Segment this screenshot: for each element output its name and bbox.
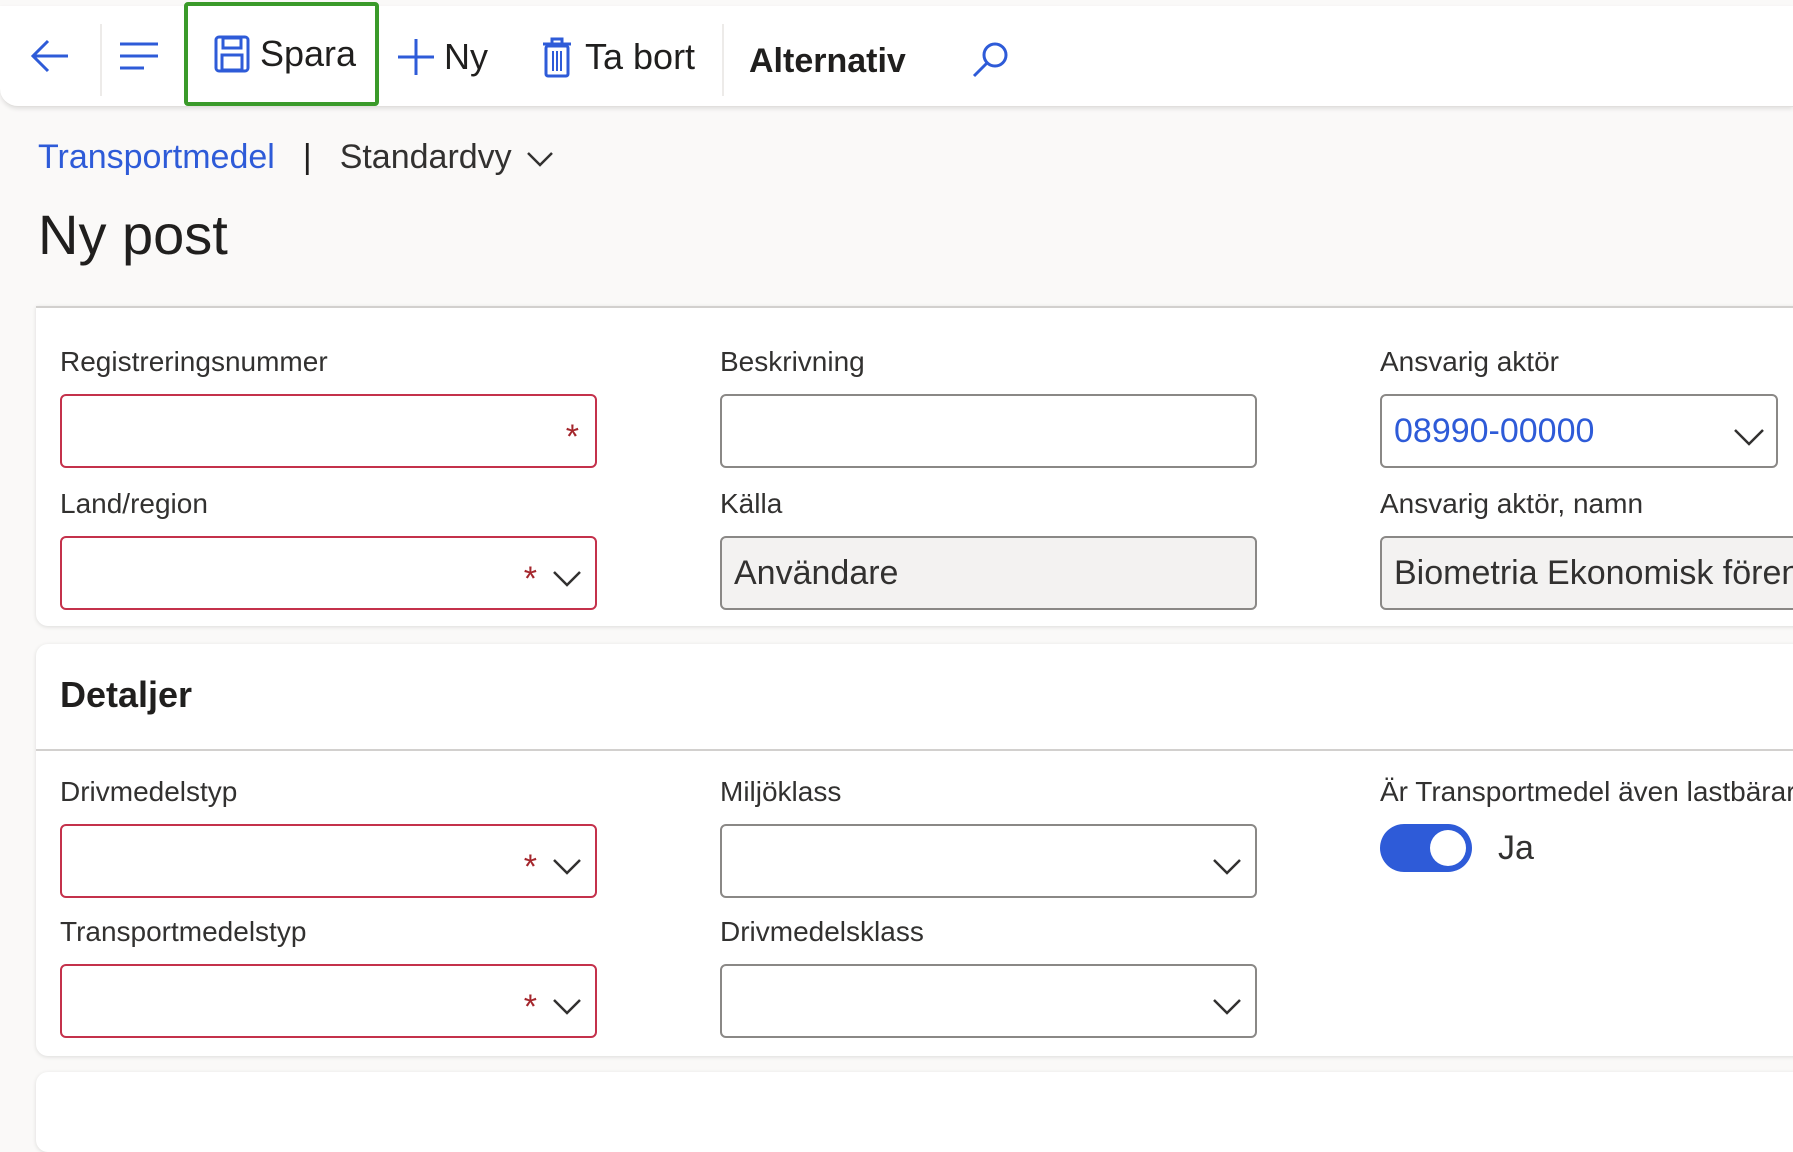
- description-input[interactable]: [720, 394, 1257, 468]
- toolbar-divider: [722, 24, 724, 96]
- field-label: Beskrivning: [720, 346, 865, 377]
- required-asterisk-icon: *: [565, 418, 579, 456]
- field-label: Land/region: [60, 488, 208, 519]
- field-label: Miljöklass: [720, 776, 842, 807]
- hamburger-menu-icon: [118, 40, 160, 72]
- next-section-card: [36, 1072, 1793, 1152]
- source-field: Källa Användare: [720, 488, 1257, 610]
- page-title: Ny post: [38, 203, 228, 266]
- field-label: Källa: [720, 488, 783, 519]
- source-input: Användare: [720, 536, 1257, 610]
- breadcrumb: Transportmedel | Standardvy: [38, 138, 554, 177]
- options-tab[interactable]: Alternativ: [749, 42, 906, 81]
- view-selector[interactable]: Standardvy: [340, 138, 512, 177]
- field-label: Ansvarig aktör: [1380, 346, 1559, 377]
- description-field: Beskrivning: [720, 346, 1257, 468]
- chevron-down-icon[interactable]: [1732, 418, 1766, 457]
- general-card: Registreringsnummer * Beskrivning Ansvar…: [36, 306, 1793, 626]
- environment-class-field: Miljöklass: [720, 776, 1257, 898]
- field-label: Transportmedelstyp: [60, 916, 307, 947]
- delete-button-label: Ta bort: [585, 36, 696, 77]
- required-asterisk-icon: *: [523, 848, 537, 886]
- back-arrow-icon: [28, 36, 72, 76]
- load-carrier-field: Är Transportmedel även lastbärare Ja: [1380, 776, 1793, 872]
- details-card: Detaljer Drivmedelstyp * Miljöklass Är T…: [36, 644, 1793, 1056]
- responsible-actor-name-input: Biometria Ekonomisk förening: [1380, 536, 1793, 610]
- delete-button[interactable]: Ta bort: [541, 36, 695, 78]
- registration-number-input[interactable]: *: [60, 394, 597, 468]
- country-region-select[interactable]: *: [60, 536, 597, 610]
- transport-type-select[interactable]: *: [60, 964, 597, 1038]
- toolbar-divider: [100, 24, 102, 96]
- transport-type-field: Transportmedelstyp *: [60, 916, 597, 1038]
- responsible-actor-name-field: Ansvarig aktör, namn Biometria Ekonomisk…: [1380, 488, 1793, 610]
- action-pane: Spara Ny Ta bort Alternativ: [0, 2, 1793, 107]
- search-button[interactable]: [970, 40, 1010, 80]
- save-floppy-icon: [214, 35, 250, 73]
- trash-icon: [541, 36, 573, 78]
- input-value: Biometria Ekonomisk förening: [1394, 553, 1793, 592]
- save-button-label: Spara: [260, 33, 357, 74]
- field-label: Är Transportmedel även lastbärare: [1380, 776, 1793, 807]
- fuel-class-field: Drivmedelsklass: [720, 916, 1257, 1038]
- chevron-down-icon[interactable]: [551, 988, 583, 1027]
- input-value: Användare: [734, 553, 899, 592]
- field-label: Drivmedelsklass: [720, 916, 924, 947]
- save-button[interactable]: Spara: [184, 2, 379, 106]
- breadcrumb-link[interactable]: Transportmedel: [38, 138, 275, 177]
- fuel-type-field: Drivmedelstyp *: [60, 776, 597, 898]
- chevron-down-icon[interactable]: [526, 138, 554, 177]
- required-asterisk-icon: *: [523, 988, 537, 1026]
- chevron-down-icon[interactable]: [1211, 988, 1243, 1027]
- back-button[interactable]: [28, 36, 72, 76]
- field-label: Registreringsnummer: [60, 346, 328, 377]
- field-label: Ansvarig aktör, namn: [1380, 488, 1644, 519]
- toggle-knob: [1430, 830, 1466, 866]
- required-asterisk-icon: *: [523, 560, 537, 598]
- section-divider: [36, 749, 1793, 751]
- country-region-field: Land/region *: [60, 488, 597, 610]
- responsible-actor-field: Ansvarig aktör 08990-00000: [1380, 346, 1778, 468]
- responsible-actor-select[interactable]: 08990-00000: [1380, 394, 1778, 468]
- load-carrier-toggle[interactable]: [1380, 824, 1472, 872]
- chevron-down-icon[interactable]: [551, 560, 583, 599]
- menu-button[interactable]: [118, 40, 160, 72]
- breadcrumb-separator: |: [302, 138, 312, 176]
- toggle-state-label: Ja: [1498, 828, 1534, 867]
- fuel-class-select[interactable]: [720, 964, 1257, 1038]
- load-carrier-toggle-row: Ja: [1380, 824, 1793, 872]
- input-value: 08990-00000: [1394, 411, 1595, 450]
- registration-number-field: Registreringsnummer *: [60, 346, 597, 468]
- environment-class-select[interactable]: [720, 824, 1257, 898]
- plus-icon: [396, 37, 436, 77]
- chevron-down-icon[interactable]: [551, 848, 583, 887]
- options-tab-label: Alternativ: [749, 42, 906, 80]
- new-button[interactable]: Ny: [396, 36, 488, 78]
- section-title[interactable]: Detaljer: [60, 674, 192, 716]
- search-icon: [970, 40, 1010, 80]
- fuel-type-select[interactable]: *: [60, 824, 597, 898]
- chevron-down-icon[interactable]: [1211, 848, 1243, 887]
- field-label: Drivmedelstyp: [60, 776, 238, 807]
- new-button-label: Ny: [444, 36, 488, 77]
